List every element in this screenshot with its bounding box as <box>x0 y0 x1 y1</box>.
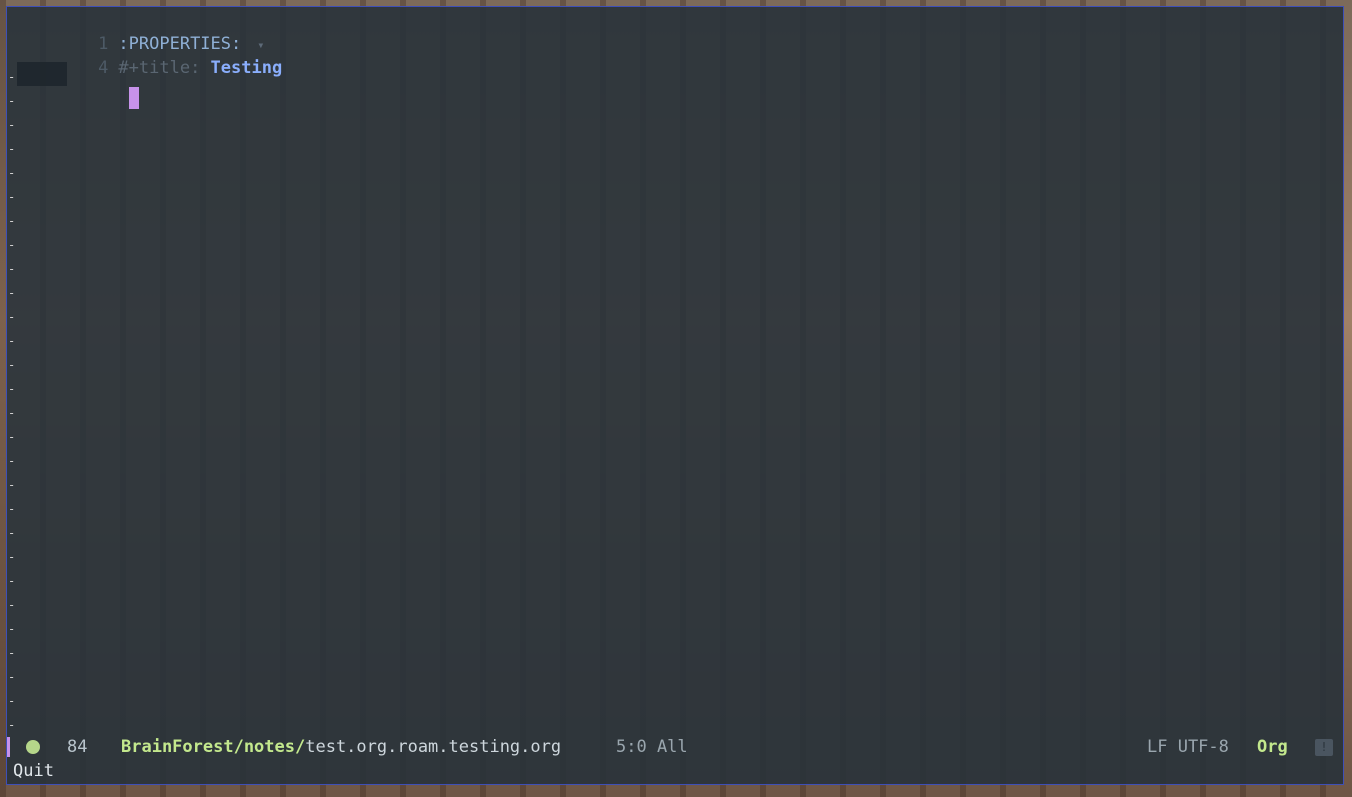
empty-line-fringe: ---------------------------- <box>8 65 14 731</box>
buffer-status-icon <box>26 740 40 754</box>
document-title[interactable]: Testing <box>211 58 283 78</box>
buffer-directory: BrainForest/notes/ <box>121 737 306 757</box>
cursor-position: 5:0 All <box>616 737 688 757</box>
file-encoding[interactable]: LF UTF-8 <box>1147 735 1229 759</box>
buffer-file-name: test.org.roam.testing.org <box>305 737 562 757</box>
major-mode[interactable]: Org <box>1257 735 1288 759</box>
modeline-count: 84 <box>67 737 88 757</box>
buffer-file-path[interactable]: BrainForest/notes/test.org.roam.testing.… <box>121 735 561 759</box>
editor-buffer[interactable]: 1:PROPERTIES:▾ 4#+title: Testing -------… <box>7 7 1343 735</box>
emacs-frame[interactable]: 1:PROPERTIES:▾ 4#+title: Testing -------… <box>6 6 1344 785</box>
modeline-indicator-bar <box>7 737 10 757</box>
buffer-line-current[interactable] <box>7 62 140 109</box>
warning-icon[interactable]: ! <box>1315 739 1333 756</box>
echo-message: Quit <box>13 761 54 781</box>
text-cursor <box>129 87 140 109</box>
buffer-line-1[interactable]: 1:PROPERTIES: ▾ <box>7 8 264 54</box>
echo-area[interactable]: Quit <box>7 759 1343 784</box>
mode-line: 84 BrainForest/notes/test.org.roam.testi… <box>7 735 1343 759</box>
buffer-line-4[interactable]: 4 #+title: Testing <box>7 32 282 78</box>
